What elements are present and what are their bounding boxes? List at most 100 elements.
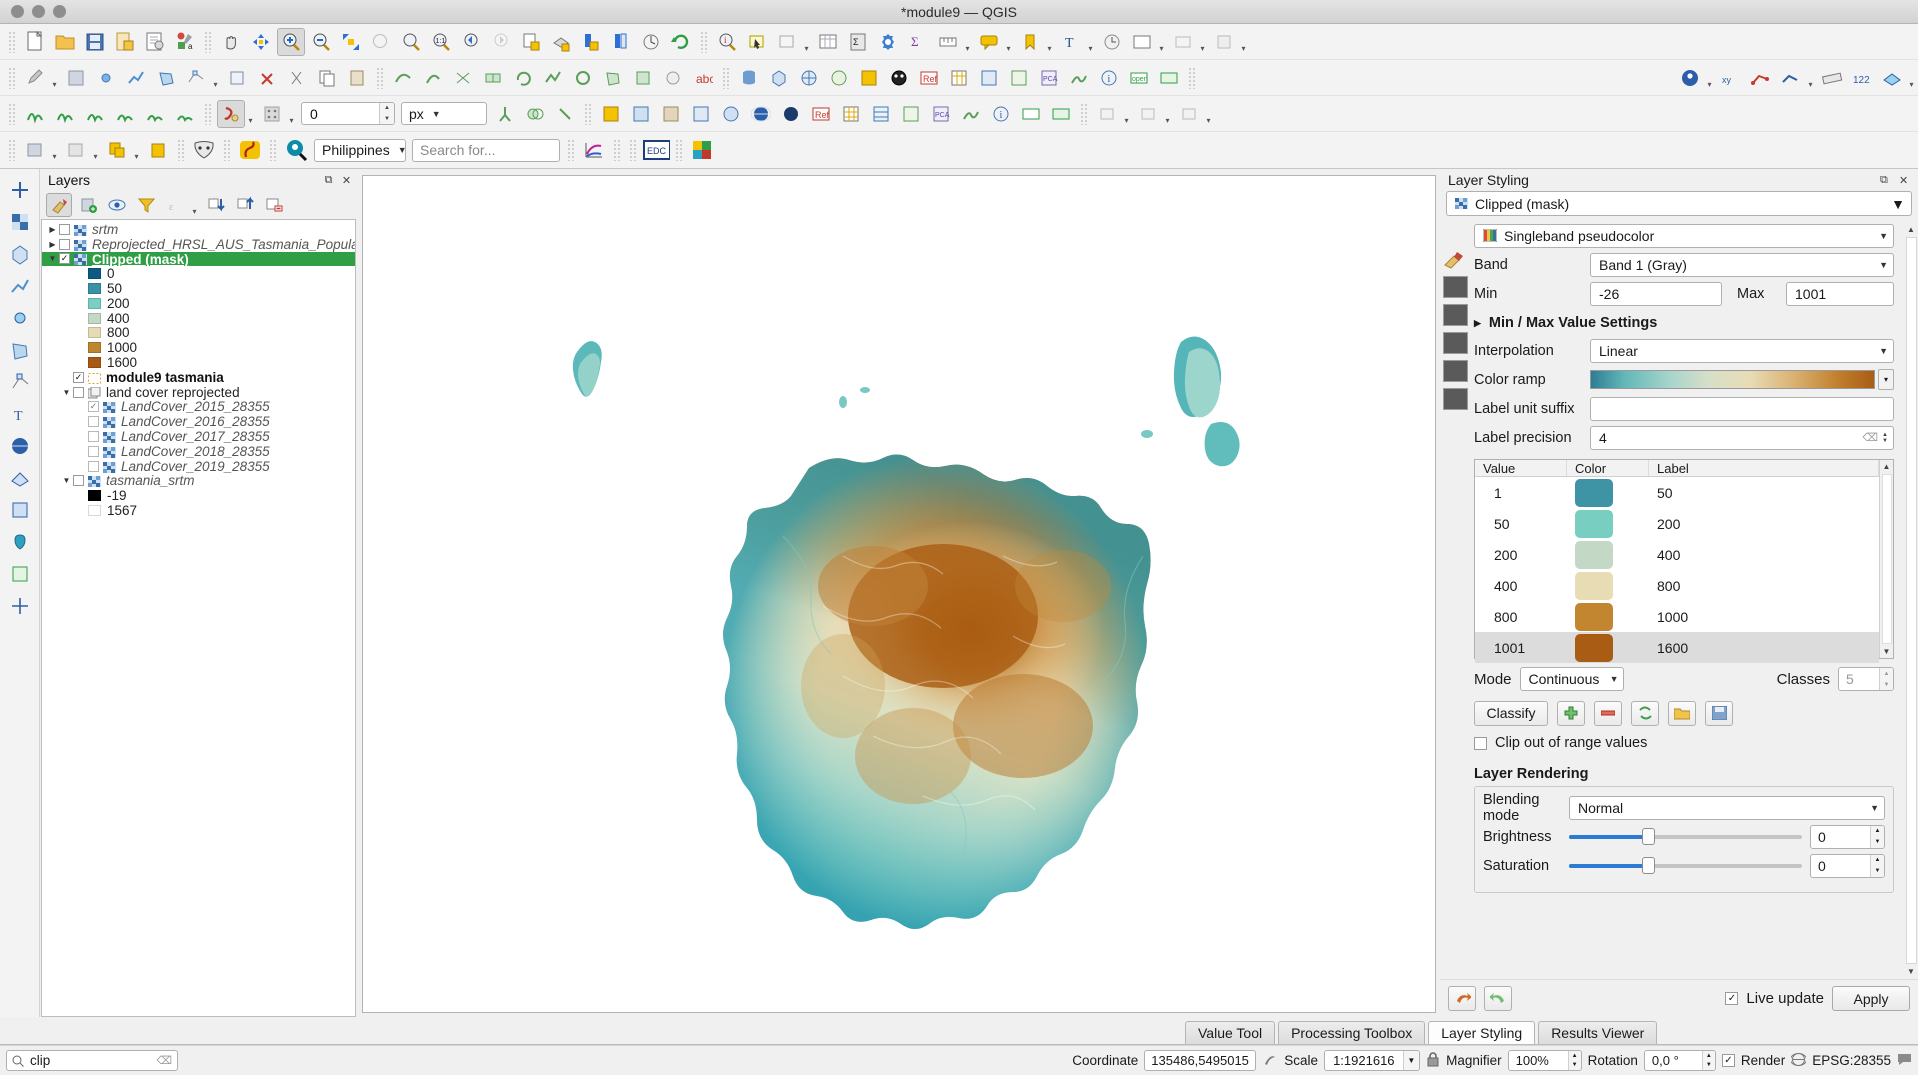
profile-tool-icon[interactable] [580, 136, 608, 164]
classes-stepper[interactable]: 5 ▲ ▼ [1838, 667, 1894, 691]
merge-features-icon[interactable] [479, 64, 507, 92]
add-delimited-text-icon[interactable] [855, 64, 883, 92]
crosshair-icon[interactable] [5, 591, 35, 621]
cell-value[interactable]: 800 [1475, 609, 1567, 625]
chevron-down-icon[interactable]: ▾ [1086, 31, 1095, 53]
label-precision-stepper[interactable]: ▲ ▼ [1882, 432, 1888, 444]
open-data-source-icon[interactable] [735, 64, 763, 92]
label-unit-suffix-input[interactable] [1590, 396, 1894, 421]
vertex-tool-icon[interactable] [182, 64, 210, 92]
new-spatialite-icon[interactable] [1005, 64, 1033, 92]
gps-tools-icon[interactable] [957, 100, 985, 128]
filter-legend-icon[interactable] [133, 193, 159, 217]
interpolation-select[interactable]: Linear ▼ [1590, 338, 1894, 363]
toolbar-grip[interactable] [584, 102, 592, 125]
cell-value[interactable]: 400 [1475, 578, 1567, 594]
chevron-down-icon[interactable]: ▾ [1122, 103, 1131, 125]
globe-icon[interactable] [747, 100, 775, 128]
toolbar-grip[interactable] [613, 139, 621, 161]
add-group-icon[interactable] [75, 193, 101, 217]
layer-tree-item[interactable]: ▶800 [42, 325, 355, 340]
search-for-input[interactable]: Search for... [412, 138, 560, 162]
table-row[interactable]: 1 50 [1475, 477, 1879, 508]
layer-tree-item[interactable]: ▶400 [42, 311, 355, 326]
cell-label[interactable]: 400 [1649, 547, 1879, 563]
grid3-icon[interactable] [897, 100, 925, 128]
chevron-down-icon[interactable]: ▾ [802, 31, 811, 53]
chevron-down-icon[interactable]: ▾ [1204, 103, 1213, 125]
delete-selected-icon[interactable] [253, 64, 281, 92]
add-gps-layer-icon[interactable] [1065, 64, 1093, 92]
delete-entry-icon[interactable] [1594, 700, 1622, 726]
brightness-slider[interactable] [1569, 828, 1802, 846]
live-update-checkbox[interactable]: ✓ [1725, 992, 1739, 1005]
toggle-extents-icon[interactable] [1262, 1051, 1278, 1070]
clip-out-of-range-checkbox[interactable] [1474, 736, 1487, 750]
snapping-tolerance-stepper[interactable]: 0 ▲ ▼ [301, 102, 395, 125]
sort-entries-icon[interactable] [1631, 700, 1659, 726]
toolbar-grip[interactable] [1188, 66, 1196, 89]
close-styling-icon[interactable]: ✕ [1899, 174, 1912, 187]
refresh-layer-icon[interactable] [517, 28, 545, 56]
zoom-native-icon[interactable]: 1:1 [427, 28, 455, 56]
chevron-right-icon[interactable]: ▶ [46, 240, 59, 249]
cell-value[interactable]: 200 [1475, 547, 1567, 563]
toolbar-grip[interactable] [8, 102, 16, 125]
layer-tree-item[interactable]: ▶50 [42, 281, 355, 296]
layer-tree-item[interactable]: ▶0 [42, 266, 355, 281]
open-attribute-table-icon[interactable] [814, 28, 842, 56]
close-button[interactable] [11, 5, 24, 18]
render-checkbox[interactable]: ✓ [1721, 1054, 1735, 1067]
checker-layer-icon[interactable] [5, 207, 35, 237]
snapping-mode-icon[interactable] [258, 100, 286, 128]
zoom-out-icon[interactable] [307, 28, 335, 56]
layer-visibility-checkbox[interactable]: ✓ [59, 253, 70, 265]
new-bookmark-icon[interactable] [1016, 28, 1044, 56]
cell-label[interactable]: 50 [1649, 485, 1879, 501]
grid-icon[interactable] [837, 100, 865, 128]
zoom-last-icon[interactable] [457, 28, 485, 56]
route-tool-icon[interactable] [1777, 64, 1805, 92]
load-colormap-icon[interactable] [1668, 700, 1696, 726]
chevron-down-icon[interactable]: ▾ [190, 194, 199, 216]
toolbar-grip[interactable] [675, 139, 683, 161]
chevron-down-icon[interactable]: ▾ [132, 139, 141, 161]
add-entry-icon[interactable] [1557, 700, 1585, 726]
saturation-stepper[interactable]: 0 ▲ ▼ [1810, 853, 1885, 878]
histogram4-icon[interactable] [111, 100, 139, 128]
copy-features-icon[interactable] [313, 64, 341, 92]
open-layer-styling-icon[interactable] [46, 193, 72, 217]
layer-tree-item[interactable]: ▶✓LandCover_2015_28355 [42, 399, 355, 414]
toolbar-grip[interactable] [629, 139, 637, 161]
close-panel-icon[interactable]: ✕ [340, 174, 353, 187]
python-console-icon[interactable] [1128, 28, 1156, 56]
bottom-tab[interactable]: Results Viewer [1538, 1021, 1658, 1044]
eo-layer-icon[interactable] [1155, 64, 1183, 92]
layer-tree-item[interactable]: ▼ land cover reprojected [42, 385, 355, 400]
new-map-view-icon[interactable] [577, 28, 605, 56]
histogram2-icon[interactable] [51, 100, 79, 128]
layer-tree-item[interactable]: ▶200 [42, 296, 355, 311]
statistics-icon[interactable]: Σ [904, 28, 932, 56]
chevron-down-icon[interactable]: ▾ [1004, 31, 1013, 53]
layer-visibility-checkbox[interactable] [88, 460, 99, 472]
scroll-up-icon[interactable]: ▲ [1907, 225, 1915, 234]
new-vector-layer-icon[interactable] [5, 239, 35, 269]
toolbar-grip[interactable] [376, 66, 384, 89]
zoom-to-group-icon[interactable] [547, 28, 575, 56]
info-icon[interactable]: i [1095, 64, 1123, 92]
table-row[interactable]: 200 400 [1475, 539, 1879, 570]
rendering-icon[interactable] [1442, 332, 1468, 354]
chevron-right-icon[interactable]: ▶ [46, 225, 59, 234]
legend-icon[interactable] [1442, 388, 1468, 410]
cell-color[interactable] [1567, 602, 1649, 631]
openeo-icon[interactable]: open [1125, 64, 1153, 92]
vector-tools-icon[interactable] [1878, 64, 1906, 92]
add-line-layer-icon[interactable] [5, 271, 35, 301]
text-layer-icon[interactable]: T [5, 399, 35, 429]
avoid-overlap-icon[interactable] [521, 100, 549, 128]
clip-out-of-range-row[interactable]: Clip out of range values [1474, 730, 1894, 756]
simplify-feature-icon[interactable] [539, 64, 567, 92]
toolbar-grip[interactable] [177, 139, 185, 161]
field-calculator-icon[interactable]: Σ [844, 28, 872, 56]
